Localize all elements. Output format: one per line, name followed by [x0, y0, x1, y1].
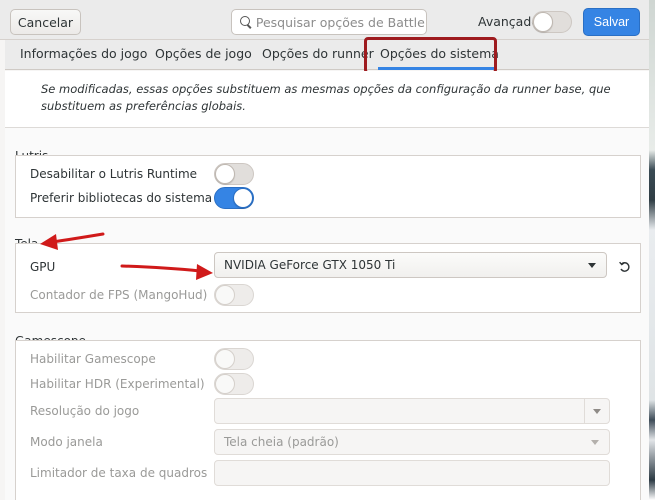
fps-limiter-label: Limitador de taxa de quadros	[30, 466, 208, 480]
info-text: Se modificadas, essas opções substituem …	[41, 82, 611, 113]
section-tela: GPU NVIDIA GeForce GTX 1050 Ti Contador …	[15, 243, 641, 313]
prefer-system-libs-label: Preferir bibliotecas do sistema	[30, 191, 213, 205]
annotation-highlight-box	[364, 37, 497, 74]
window-mode-value: Tela cheia (padrão)	[224, 435, 339, 449]
fps-counter-label: Contador de FPS (MangoHud)	[30, 288, 208, 302]
gpu-select-value: NVIDIA GeForce GTX 1050 Ti	[224, 258, 396, 272]
gpu-select[interactable]: NVIDIA GeForce GTX 1050 Ti	[214, 252, 607, 278]
chevron-down-icon	[593, 409, 601, 414]
enable-hdr-toggle[interactable]	[214, 373, 254, 395]
advanced-toggle[interactable]	[532, 11, 572, 33]
enable-hdr-label: Habilitar HDR (Experimental)	[30, 377, 205, 391]
enable-gamescope-label: Habilitar Gamescope	[30, 352, 156, 366]
gpu-label: GPU	[30, 260, 56, 274]
search-placeholder: Pesquisar opções de Battlene...	[255, 14, 426, 30]
reset-icon[interactable]	[618, 260, 632, 274]
fps-limiter-input[interactable]	[214, 460, 610, 486]
chevron-down-icon	[591, 440, 599, 445]
enable-gamescope-toggle[interactable]	[214, 348, 254, 370]
disable-runtime-toggle[interactable]	[214, 163, 254, 185]
header-bar: Cancelar Pesquisar opções de Battlene...…	[0, 0, 655, 40]
system-options-page: Se modificadas, essas opções substituem …	[5, 71, 650, 500]
tab-bar: Informações do jogo Opções de jogo Opçõe…	[5, 40, 650, 70]
prefer-system-libs-toggle[interactable]	[214, 187, 254, 209]
disable-runtime-label: Desabilitar o Lutris Runtime	[30, 167, 198, 181]
search-input[interactable]: Pesquisar opções de Battlene...	[231, 9, 427, 35]
search-icon	[238, 14, 252, 30]
window-mode-label: Modo janela	[30, 435, 103, 449]
section-lutris: Desabilitar o Lutris Runtime Preferir bi…	[15, 155, 641, 218]
window-mode-select[interactable]: Tela cheia (padrão)	[214, 429, 610, 455]
section-gamescope: Habilitar Gamescope Habilitar HDR (Exper…	[15, 340, 641, 500]
tab-runner-options[interactable]: Opções do runner	[262, 46, 374, 61]
game-resolution-combo[interactable]	[214, 398, 610, 424]
chevron-down-icon	[588, 263, 596, 268]
save-button[interactable]: Salvar	[583, 8, 640, 36]
cancel-button[interactable]: Cancelar	[10, 9, 81, 35]
advanced-label: Avançado	[478, 14, 539, 29]
fps-counter-toggle[interactable]	[214, 284, 254, 306]
game-resolution-label: Resolução do jogo	[30, 404, 140, 418]
info-banner: Se modificadas, essas opções substituem …	[5, 71, 650, 128]
tab-game-options[interactable]: Opções de jogo	[155, 46, 252, 61]
game-config-dialog: Cancelar Pesquisar opções de Battlene...…	[0, 0, 655, 500]
tab-game-info[interactable]: Informações do jogo	[20, 46, 147, 61]
